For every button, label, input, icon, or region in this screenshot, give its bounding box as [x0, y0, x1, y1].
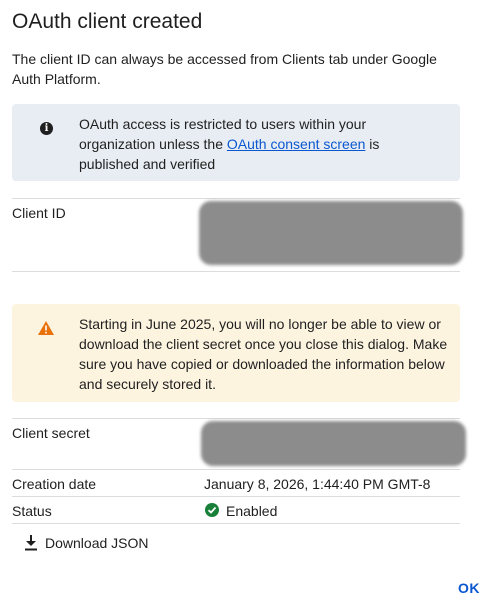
creation-date-label: Creation date [12, 476, 97, 492]
check-circle-icon [205, 503, 219, 517]
dialog-description: The client ID can always be accessed fro… [12, 51, 437, 87]
client-secret-redacted-value [201, 421, 466, 466]
download-json-label: Download JSON [45, 535, 149, 551]
divider [12, 418, 460, 419]
divider [12, 271, 460, 272]
info-banner-text: OAuth access is restricted to users with… [79, 114, 439, 174]
download-icon [25, 535, 37, 551]
status-value: Enabled [226, 503, 278, 519]
divider [12, 523, 460, 524]
creation-date-value: January 8, 2026, 1:44:40 PM GMT-8 [204, 476, 431, 492]
divider [12, 198, 460, 199]
download-json-button[interactable]: Download JSON [24, 533, 149, 553]
divider [12, 469, 460, 470]
client-id-label: Client ID [12, 205, 66, 221]
warning-banner-text: Starting in June 2025, you will no longe… [79, 316, 448, 392]
warning-banner: Starting in June 2025, you will no longe… [12, 304, 460, 402]
info-banner: i OAuth access is restricted to users wi… [12, 104, 460, 181]
client-id-redacted-value [199, 201, 463, 265]
warning-icon [38, 321, 54, 335]
oauth-consent-screen-link[interactable]: OAuth consent screen [227, 136, 366, 152]
info-icon: i [40, 122, 53, 135]
status-label: Status [12, 503, 52, 519]
ok-button[interactable]: OK [458, 580, 480, 596]
client-secret-label: Client secret [12, 425, 90, 441]
divider [12, 496, 460, 497]
dialog-title: OAuth client created [12, 10, 203, 33]
